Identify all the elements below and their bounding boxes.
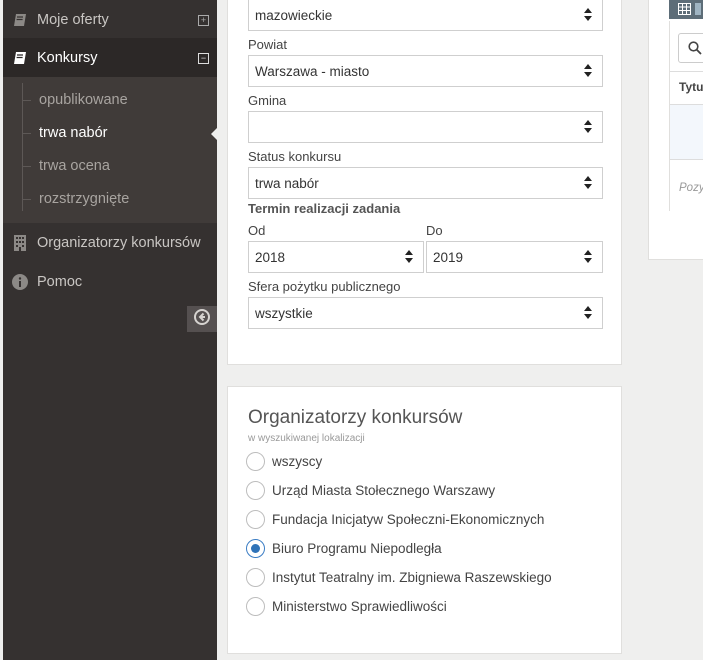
info-icon (12, 274, 28, 290)
do-select[interactable]: 2019 (426, 241, 603, 273)
submenu-konkursy: opublikowane trwa nabór trwa ocena rozst… (3, 77, 217, 223)
sort-caret-icon (584, 250, 592, 264)
table-row (670, 105, 703, 159)
organizers-panel: Organizatorzy konkursów w wyszukiwanej l… (227, 386, 622, 654)
select-value: Warszawa - miasto (255, 63, 370, 79)
radio-button[interactable] (246, 567, 265, 587)
organizer-radio-biuro-niepodlegla[interactable]: Biuro Programu Niepodległa (246, 537, 442, 559)
sidebar-item-organizatorzy[interactable]: Organizatorzy konkursów (3, 223, 217, 263)
sidebar-item-label: Konkursy (37, 50, 98, 66)
sidebar-item-pomoc[interactable]: Pomoc (3, 262, 217, 302)
select-value: wszystkie (255, 305, 313, 321)
results-header (669, 0, 703, 19)
submenu-item-label: opublikowane (39, 92, 128, 108)
search-icon (688, 41, 702, 60)
status-label: Status konkursu (248, 149, 342, 164)
sort-caret-icon (584, 176, 592, 190)
sfera-label: Sfera pożytku publicznego (248, 279, 401, 294)
status-select[interactable]: trwa nabór (248, 167, 603, 199)
organizers-title: Organizatorzy konkursów (248, 407, 463, 428)
sidebar-item-label: Moje oferty (37, 12, 109, 28)
od-select[interactable]: 2018 (248, 241, 424, 273)
gmina-label: Gmina (248, 93, 287, 108)
expand-icon[interactable]: + (198, 14, 209, 26)
radio-button[interactable] (246, 509, 265, 529)
submenu-item-rozstrzygniete[interactable]: rozstrzygnięte (22, 187, 129, 211)
sidebar-item-konkursy[interactable]: Konkursy − (3, 38, 217, 78)
organizer-radio-wszyscy[interactable]: wszyscy (246, 450, 322, 472)
filters-panel: mazowieckie Powiat Warszawa - miasto Gmi… (227, 0, 622, 365)
sort-caret-icon (584, 8, 592, 22)
wojewodztwo-select[interactable]: mazowieckie (248, 0, 603, 31)
powiat-select[interactable]: Warszawa - miasto (248, 55, 603, 87)
submenu-item-trwa-ocena[interactable]: trwa ocena (22, 154, 110, 178)
termin-label: Termin realizacji zadania (248, 201, 401, 216)
search-button[interactable] (678, 33, 703, 63)
do-label: Do (426, 223, 443, 238)
radio-button[interactable] (246, 480, 265, 500)
powiat-label: Powiat (248, 37, 288, 52)
radio-button-checked[interactable] (246, 538, 265, 558)
book-icon (12, 12, 28, 28)
organizers-subtitle: w wyszukiwanej lokalizacji (248, 433, 365, 444)
table-icon (678, 2, 691, 20)
sidebar-item-label: Pomoc (37, 274, 83, 290)
submenu-item-label: trwa nabór (39, 125, 108, 141)
organizer-radio-um-warszawy[interactable]: Urząd Miasta Stołecznego Warszawy (246, 479, 495, 501)
sort-caret-icon (584, 306, 592, 320)
results-table: Tytu Pozy (669, 21, 703, 211)
organizer-radio-fundacja[interactable]: Fundacja Inicjatyw Społeczni-Ekonomiczny… (246, 508, 544, 530)
submenu-item-opublikowane[interactable]: opublikowane (22, 88, 128, 112)
collapse-sidebar-button[interactable] (187, 306, 217, 332)
sort-caret-icon (584, 64, 592, 78)
sidebar-item-moje-oferty[interactable]: Moje oferty + (3, 0, 217, 40)
organizer-radio-instytut-teatralny[interactable]: Instytut Teatralny im. Zbigniewa Raszews… (246, 566, 552, 588)
collapse-icon[interactable]: − (198, 52, 209, 64)
arrow-left-circle-icon (194, 308, 210, 330)
radio-label: Instytut Teatralny im. Zbigniewa Raszews… (272, 569, 552, 585)
organizer-radio-ministerstwo[interactable]: Ministerstwo Sprawiedliwości (246, 595, 447, 617)
radio-label: Ministerstwo Sprawiedliwości (272, 598, 447, 614)
column-header-title[interactable]: Tytu (670, 71, 703, 105)
submenu-item-label: rozstrzygnięte (39, 191, 130, 207)
radio-label: Fundacja Inicjatyw Społeczni-Ekonomiczny… (272, 511, 545, 527)
active-indicator (211, 127, 218, 141)
submenu-item-label: trwa ocena (39, 158, 110, 174)
select-value: 2018 (255, 249, 286, 265)
submenu-item-trwa-nabor[interactable]: trwa nabór (22, 121, 108, 145)
select-value: 2019 (433, 249, 464, 265)
radio-label: wszyscy (272, 453, 323, 469)
building-icon (12, 235, 28, 251)
results-panel: Tytu Pozy (648, 0, 703, 260)
results-footer: Pozy (670, 159, 703, 211)
sort-caret-icon (584, 120, 592, 134)
od-label: Od (248, 223, 266, 238)
select-value: trwa nabór (255, 175, 319, 191)
radio-label: Biuro Programu Niepodległa (272, 540, 442, 556)
radio-label: Urząd Miasta Stołecznego Warszawy (272, 482, 496, 498)
select-value: mazowieckie (255, 7, 333, 23)
sort-caret-icon (405, 250, 413, 264)
sidebar-item-label: Organizatorzy konkursów (37, 235, 201, 251)
book-open-icon (12, 50, 28, 66)
sidebar: Moje oferty + Konkursy − opublikowane tr… (3, 0, 218, 660)
radio-button[interactable] (246, 451, 265, 471)
gmina-select[interactable] (248, 111, 603, 143)
sfera-select[interactable]: wszystkie (248, 297, 603, 329)
radio-button[interactable] (246, 596, 265, 616)
